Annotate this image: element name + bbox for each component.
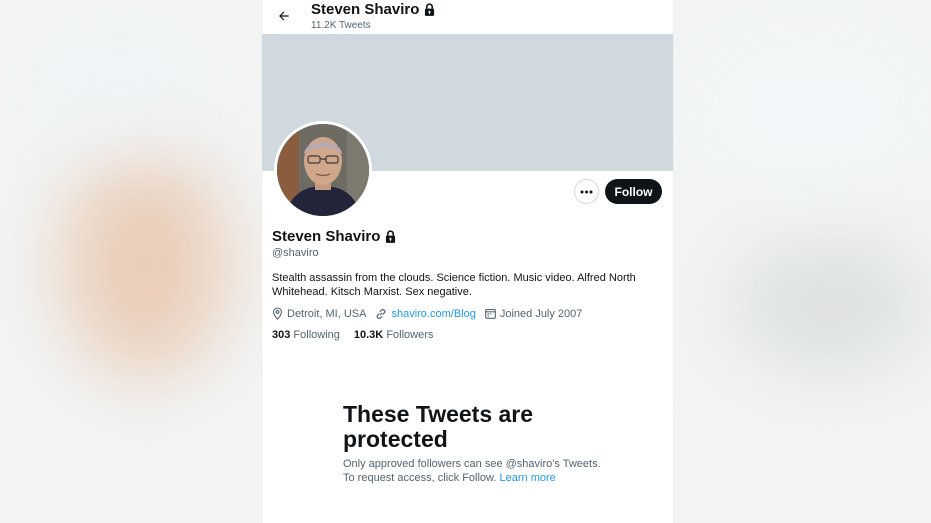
profile-bio: Stealth assassin from the clouds. Scienc… [272,272,636,298]
header-title: Steven Shaviro [311,1,420,18]
calendar-icon [484,308,496,319]
background-blur [730,240,930,370]
profile-handle: @shaviro [272,247,319,259]
link-icon [377,308,386,319]
follow-stats: 303 Following 10.3K Followers [272,329,433,341]
profile-meta: Detroit, MI, USA shaviro.com/Blog Joined… [272,307,591,320]
location-text: Detroit, MI, USA [287,307,367,320]
website-item[interactable]: shaviro.com/Blog [375,308,476,320]
followers-stat[interactable]: 10.3K Followers [354,329,434,341]
arrow-left-icon [279,11,289,21]
joined-item: Joined July 2007 [484,307,583,320]
following-count: 303 [272,329,291,341]
location-item: Detroit, MI, USA [272,307,366,320]
background-blur [20,40,220,130]
avatar-photo [277,124,369,216]
header-tweet-count: 11.2K Tweets [311,20,371,31]
profile-name-row: Steven Shaviro [272,228,396,245]
following-label: Following [293,329,340,341]
back-button[interactable] [270,3,298,29]
follow-button[interactable]: Follow [605,179,662,204]
joined-text: Joined July 2007 [499,307,583,320]
more-horizontal-icon [580,190,593,193]
more-options-button[interactable] [574,179,599,204]
avatar[interactable] [274,121,372,219]
protected-text: Only approved followers can see @shaviro… [343,458,601,484]
profile-panel: Steven Shaviro 11.2K Tweets Follow Steve… [261,0,674,523]
profile-header-bar: Steven Shaviro 11.2K Tweets [262,0,673,34]
header-title-row: Steven Shaviro [311,1,435,18]
followers-label: Followers [386,329,434,341]
lock-icon [386,230,396,243]
following-stat[interactable]: 303 Following [272,329,340,341]
protected-message: Only approved followers can see @shaviro… [343,457,603,485]
background-blur [60,150,230,380]
background-blur [700,40,920,180]
location-pin-icon [273,307,282,320]
website-link[interactable]: shaviro.com/Blog [391,308,475,320]
protected-title: These Tweets are protected [343,401,534,452]
followers-count: 10.3K [353,329,384,341]
learn-more-link[interactable]: Learn more [500,472,556,484]
profile-name: Steven Shaviro [272,228,381,245]
lock-icon [425,3,435,16]
